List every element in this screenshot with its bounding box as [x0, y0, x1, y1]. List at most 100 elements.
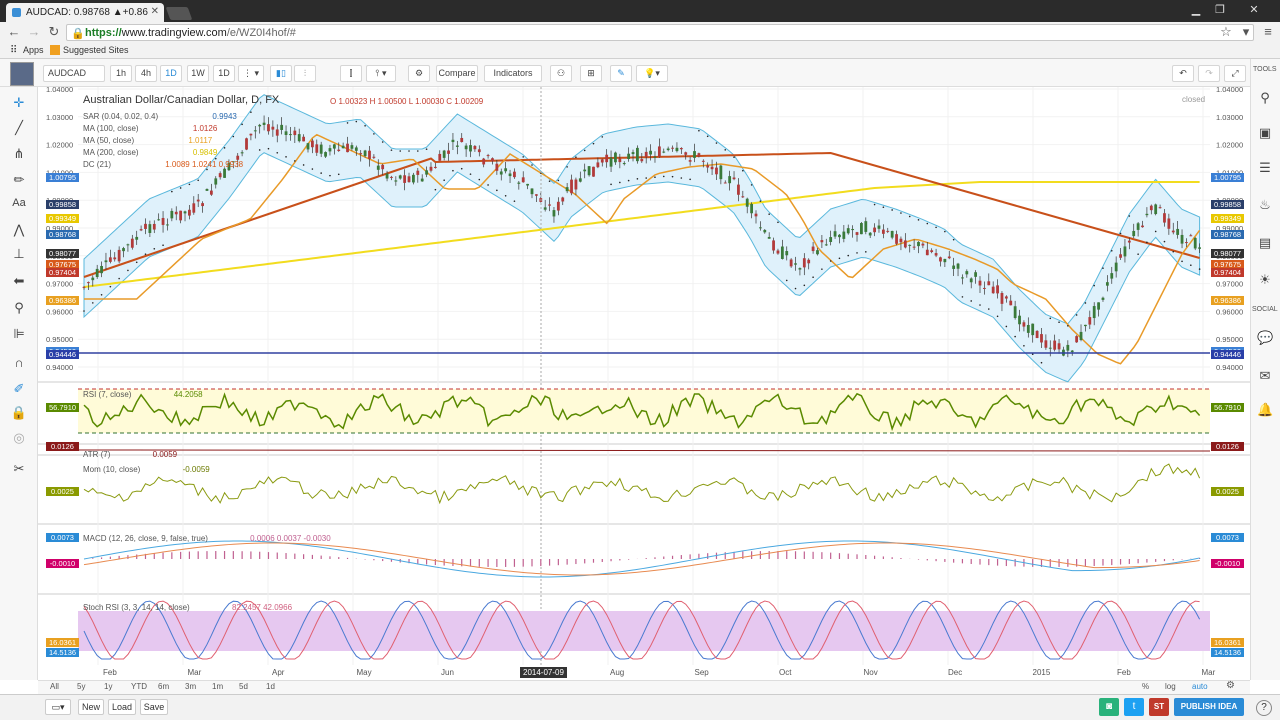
settings-gear-icon[interactable]: ⚙ [408, 65, 430, 82]
log-scale-toggle[interactable]: log [1165, 682, 1176, 691]
new-button[interactable]: New [78, 699, 104, 715]
zoom-icon[interactable]: ⚲ [10, 300, 28, 318]
text-tool-icon[interactable]: Aa [10, 197, 28, 215]
save-button[interactable]: Save [140, 699, 168, 715]
sar-dot [803, 284, 806, 287]
url-scheme: https:// [85, 27, 122, 39]
pocket-icon[interactable]: ▾ [1238, 24, 1254, 40]
stocktwits-icon[interactable]: ST [1149, 698, 1169, 716]
apps-icon[interactable]: ⠿ [10, 45, 17, 56]
candle-body [376, 165, 380, 170]
messages-icon[interactable]: ✉ [1257, 368, 1273, 384]
back-icon[interactable]: ← [6, 24, 22, 39]
brush-icon[interactable]: ✎ [610, 65, 632, 82]
interval-4h[interactable]: 4h [135, 65, 157, 82]
twitter-icon[interactable]: t [1124, 698, 1144, 716]
arrow-left-icon[interactable]: ⬅ [10, 273, 28, 291]
new-tab-button[interactable] [165, 7, 193, 20]
chart-style-icon[interactable]: ⫯ ▾ [366, 65, 396, 82]
macd-pane[interactable] [83, 540, 1201, 578]
avatar[interactable] [10, 62, 34, 86]
interval-1w[interactable]: 1W [187, 65, 209, 82]
range-button-1y[interactable]: 1y [104, 682, 112, 691]
range-button-1m[interactable]: 1m [212, 682, 223, 691]
sar-dot [302, 164, 305, 166]
reload-icon[interactable]: ↻ [46, 24, 62, 40]
bookmark-suggested[interactable]: Suggested Sites [63, 45, 129, 55]
trendline-icon[interactable]: ╱ [10, 120, 28, 138]
screener-icon[interactable]: ▤ [1257, 235, 1273, 251]
menu-icon[interactable]: ≡ [1260, 24, 1276, 39]
hide-drawings-icon[interactable]: ◎ [10, 430, 28, 448]
bookmark-apps[interactable]: Apps [23, 45, 44, 55]
range-button-ytd[interactable]: YTD [131, 682, 147, 691]
candle-body [741, 196, 745, 198]
forward-icon[interactable]: → [26, 24, 42, 39]
measure-icon[interactable]: ⊥ [10, 246, 28, 264]
minimize-icon[interactable]: ▁ [1186, 3, 1206, 17]
browser-tab[interactable]: AUDCAD: 0.98768 ▲+0.86 ✕ [6, 3, 164, 22]
interval-1d[interactable]: 1D [160, 65, 182, 82]
redo-icon[interactable]: ↷ [1198, 65, 1220, 82]
auto-scale-toggle[interactable]: auto [1192, 682, 1208, 691]
scale-settings-icon[interactable]: ⚙ [1226, 680, 1235, 691]
maximize-icon[interactable]: ❐ [1210, 3, 1230, 17]
candle-body [100, 265, 103, 274]
price-pane[interactable] [78, 87, 1210, 665]
alert-icon[interactable]: ⊞ [580, 65, 602, 82]
stay-drawing-icon[interactable]: ✐ [10, 381, 28, 399]
symbol-input[interactable]: AUDCAD [43, 65, 105, 82]
range-button-6m[interactable]: 6m [158, 682, 169, 691]
atr-pane[interactable] [77, 449, 1211, 452]
candle-body [1149, 205, 1153, 211]
range-button-5y[interactable]: 5y [77, 682, 85, 691]
range-button-1d[interactable]: 1d [266, 682, 275, 691]
idea-icon[interactable]: ☀ [1257, 272, 1273, 288]
interval-custom[interactable]: 1D [213, 65, 235, 82]
range-button-all[interactable]: All [50, 682, 59, 691]
range-button-3m[interactable]: 3m [185, 682, 196, 691]
candle-body [513, 171, 516, 178]
rsi-pane[interactable] [78, 388, 1210, 434]
address-bar[interactable]: 🔒 https://www.tradingview.com/e/WZ0I4hof… [66, 24, 1254, 41]
interval-1h[interactable]: 1h [110, 65, 132, 82]
calendar-icon[interactable]: ▣ [1257, 125, 1273, 141]
heikin-icon[interactable]: ⫿ [340, 65, 362, 82]
hotlist-icon[interactable]: ♨ [1257, 197, 1273, 213]
remove-drawings-icon[interactable]: ✂ [10, 461, 28, 479]
notifications-icon[interactable]: 🔔 [1257, 402, 1273, 418]
pitchfork-icon[interactable]: ⋔ [10, 146, 28, 164]
ruler-icon[interactable]: ⊫ [10, 326, 28, 344]
lock-drawings-icon[interactable]: 🔒 [10, 405, 28, 423]
tab-close-icon[interactable]: ✕ [151, 6, 159, 17]
pencil-icon[interactable]: ✏ [10, 172, 28, 190]
crosshair-icon[interactable]: ✛ [10, 95, 28, 113]
pattern-icon[interactable]: ⋀ [10, 222, 28, 240]
layout-select[interactable]: ▭▾ [45, 699, 71, 715]
load-button[interactable]: Load [108, 699, 136, 715]
news-icon[interactable]: ☰ [1257, 160, 1273, 176]
camera-icon[interactable]: ◙ [1099, 698, 1119, 716]
bars-icon[interactable]: ⫶ [294, 65, 316, 82]
publish-idea-button[interactable]: PUBLISH IDEA [1174, 698, 1244, 716]
undo-icon[interactable]: ↶ [1172, 65, 1194, 82]
idea-bulb-icon[interactable]: 💡▾ [636, 65, 668, 82]
fullscreen-icon[interactable]: ⤢ [1224, 65, 1246, 82]
mom-pane[interactable] [83, 463, 1201, 505]
watchlist-icon[interactable]: ⚲ [1257, 90, 1273, 106]
templates-icon[interactable]: ⚇ [550, 65, 572, 82]
range-button-5d[interactable]: 5d [239, 682, 248, 691]
percent-scale-toggle[interactable]: % [1142, 682, 1149, 691]
help-icon[interactable]: ? [1256, 700, 1272, 716]
magnet-icon[interactable]: ∩ [10, 355, 28, 373]
compare-button[interactable]: Compare [436, 65, 478, 82]
sar-dot [118, 277, 120, 280]
sar-dot [689, 178, 691, 181]
candles-icon[interactable]: ▮▯ [270, 65, 292, 82]
close-window-icon[interactable]: ✕ [1234, 3, 1274, 17]
indicators-button[interactable]: Indicators [484, 65, 542, 82]
chart-canvas[interactable]: 1.04000 1.04000 1.03000 1.03000 1.02000 1.020… [38, 87, 1250, 680]
chat-icon[interactable]: 💬 [1257, 330, 1273, 346]
star-icon[interactable]: ☆ [1218, 24, 1234, 40]
interval-menu-icon[interactable]: ⋮ ▾ [238, 65, 264, 82]
